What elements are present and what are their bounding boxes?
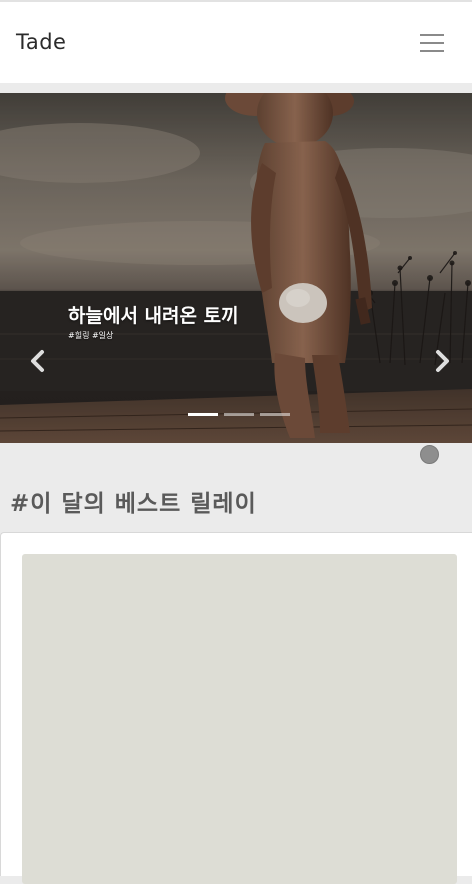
section-title: #이 달의 베스트 릴레이 — [10, 491, 257, 517]
carousel-indicator-3[interactable] — [260, 413, 290, 416]
hamburger-menu-icon[interactable] — [416, 30, 446, 56]
carousel-indicators — [188, 413, 292, 416]
card-image-placeholder[interactable] — [22, 554, 457, 884]
hero-carousel: 하늘에서 내려온 토끼 #힐링 #일상 — [0, 93, 472, 443]
carousel-next-button[interactable] — [430, 348, 454, 374]
carousel-caption-title[interactable]: 하늘에서 내려온 토끼 — [68, 304, 239, 328]
floating-circle-button[interactable] — [420, 445, 439, 464]
carousel-caption-tags: #힐링 #일상 — [68, 331, 114, 340]
carousel-slide-image — [0, 93, 472, 443]
navbar: Tade — [0, 2, 472, 83]
carousel-indicator-1[interactable] — [188, 413, 218, 416]
carousel-prev-button[interactable] — [26, 348, 50, 374]
chevron-right-icon — [436, 350, 449, 372]
brand-logo[interactable]: Tade — [16, 28, 66, 56]
chevron-left-icon — [31, 350, 44, 372]
carousel-caption: 하늘에서 내려온 토끼 #힐링 #일상 — [68, 304, 239, 342]
best-relay-card[interactable] — [0, 532, 472, 884]
carousel-indicator-2[interactable] — [224, 413, 254, 416]
